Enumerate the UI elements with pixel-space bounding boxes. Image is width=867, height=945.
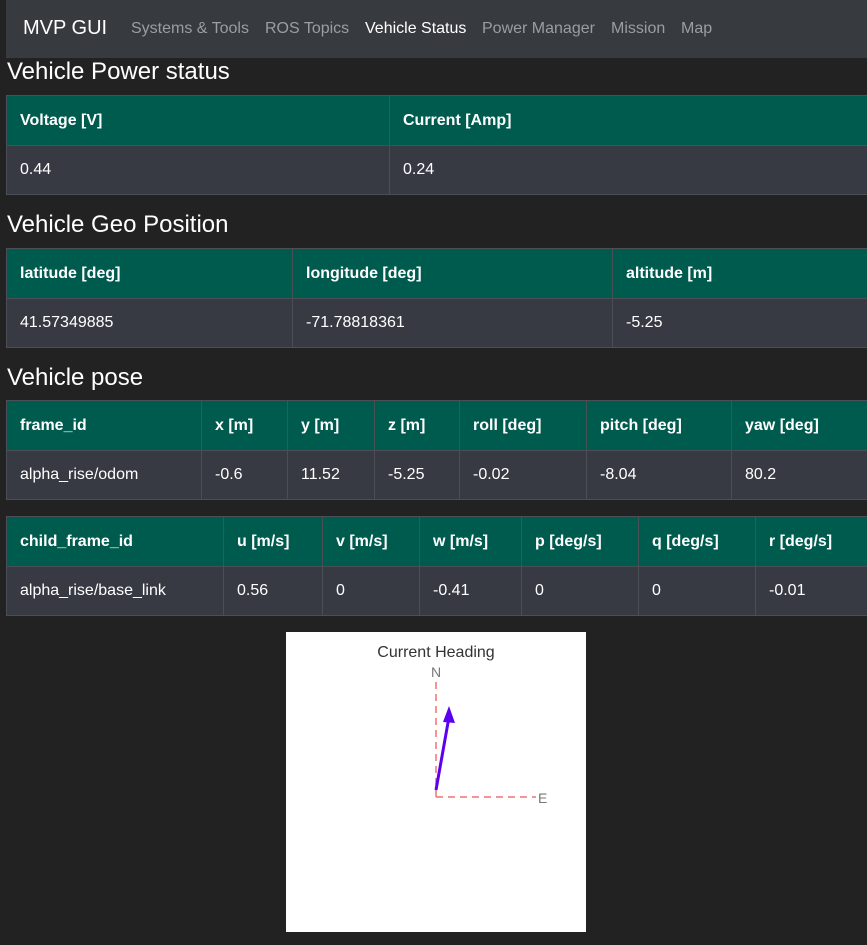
nav-link-vehicle-status[interactable]: Vehicle Status: [365, 20, 466, 38]
column-header: z [m]: [374, 400, 460, 451]
nav-link-ros-topics[interactable]: ROS Topics: [265, 20, 349, 38]
table-row: alpha_rise/odom -0.6 11.52 -5.25 -0.02 -…: [6, 450, 867, 500]
column-header: roll [deg]: [459, 400, 587, 451]
pose-section-title: Vehicle pose: [7, 364, 144, 391]
pitch-value: -8.04: [586, 450, 732, 500]
child-frame-id-value: alpha_rise/base_link: [6, 566, 224, 616]
power-section-title: Vehicle Power status: [7, 58, 230, 85]
top-navbar: MVP GUI Systems & Tools ROS Topics Vehic…: [6, 0, 867, 58]
heading-arrowhead: [443, 706, 455, 723]
q-value: 0: [638, 566, 756, 616]
column-header: latitude [deg]: [6, 248, 293, 299]
column-header: child_frame_id: [6, 516, 224, 567]
yaw-value: 80.2: [731, 450, 867, 500]
column-header: p [deg/s]: [521, 516, 639, 567]
heading-plot: Current Heading N E: [377, 644, 547, 806]
latitude-value: 41.57349885: [6, 298, 293, 348]
geo-table-header-row: latitude [deg] longitude [deg] altitude …: [6, 248, 867, 299]
heading-arrow: [434, 716, 451, 791]
table-row: alpha_rise/base_link 0.56 0 -0.41 0 0 -0…: [6, 566, 867, 616]
pose-table-header-row: frame_id x [m] y [m] z [m] roll [deg] pi…: [6, 400, 867, 451]
nav-link-mission[interactable]: Mission: [611, 20, 665, 38]
column-header: pitch [deg]: [586, 400, 732, 451]
column-header: x [m]: [201, 400, 288, 451]
power-table: Voltage [V] Current [Amp] 0.44 0.24: [6, 95, 867, 195]
velocity-table: child_frame_id u [m/s] v [m/s] w [m/s] p…: [6, 516, 867, 616]
y-value: 11.52: [287, 450, 375, 500]
heading-plot-title: Current Heading: [377, 644, 494, 661]
table-row: 0.44 0.24: [6, 145, 867, 195]
column-header: r [deg/s]: [755, 516, 867, 567]
v-value: 0: [322, 566, 420, 616]
column-header: frame_id: [6, 400, 202, 451]
column-header: altitude [m]: [612, 248, 867, 299]
nav-link-map[interactable]: Map: [681, 20, 712, 38]
column-header: w [m/s]: [419, 516, 522, 567]
north-label: N: [431, 664, 441, 680]
z-value: -5.25: [374, 450, 460, 500]
x-value: -0.6: [201, 450, 288, 500]
heading-plot-panel: Current Heading N E: [286, 632, 586, 932]
geo-table: latitude [deg] longitude [deg] altitude …: [6, 248, 867, 348]
w-value: -0.41: [419, 566, 522, 616]
r-value: -0.01: [755, 566, 867, 616]
column-header: yaw [deg]: [731, 400, 867, 451]
column-header: y [m]: [287, 400, 375, 451]
nav-link-power-manager[interactable]: Power Manager: [482, 20, 595, 38]
column-header: Current [Amp]: [389, 95, 867, 146]
brand-logo[interactable]: MVP GUI: [23, 17, 107, 40]
roll-value: -0.02: [459, 450, 587, 500]
longitude-value: -71.78818361: [292, 298, 613, 348]
column-header: q [deg/s]: [638, 516, 756, 567]
column-header: v [m/s]: [322, 516, 420, 567]
voltage-value: 0.44: [6, 145, 390, 195]
table-row: 41.57349885 -71.78818361 -5.25: [6, 298, 867, 348]
geo-section-title: Vehicle Geo Position: [7, 211, 229, 238]
column-header: u [m/s]: [223, 516, 323, 567]
power-table-header-row: Voltage [V] Current [Amp]: [6, 95, 867, 146]
u-value: 0.56: [223, 566, 323, 616]
pose-table: frame_id x [m] y [m] z [m] roll [deg] pi…: [6, 400, 867, 500]
p-value: 0: [521, 566, 639, 616]
velocity-table-header-row: child_frame_id u [m/s] v [m/s] w [m/s] p…: [6, 516, 867, 567]
current-value: 0.24: [389, 145, 867, 195]
east-label: E: [538, 790, 547, 806]
frame-id-value: alpha_rise/odom: [6, 450, 202, 500]
column-header: longitude [deg]: [292, 248, 613, 299]
altitude-value: -5.25: [612, 298, 867, 348]
nav-link-systems-tools[interactable]: Systems & Tools: [131, 20, 249, 38]
column-header: Voltage [V]: [6, 95, 390, 146]
